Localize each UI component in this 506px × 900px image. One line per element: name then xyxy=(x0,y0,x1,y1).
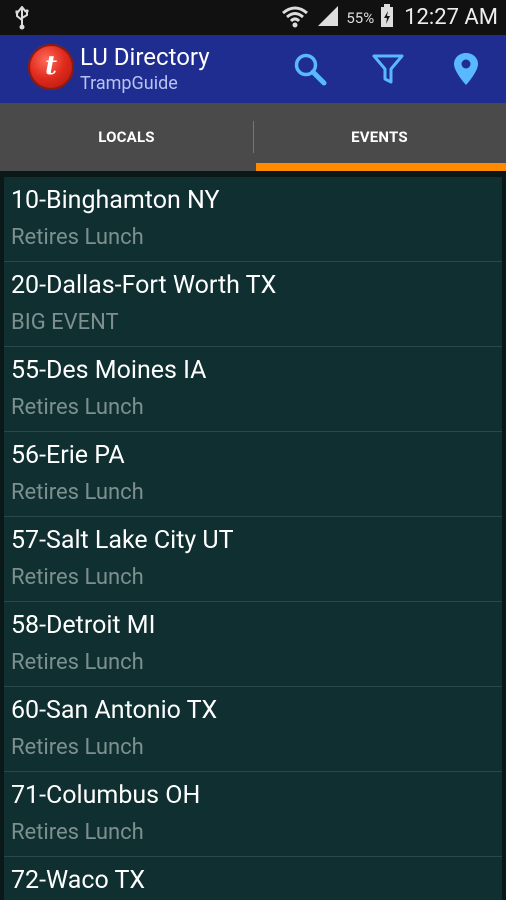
battery-percent: 55% xyxy=(346,8,375,27)
event-name: Retires Lunch xyxy=(11,395,144,420)
list-item[interactable]: 57-Salt Lake City UT Retires Lunch xyxy=(4,517,502,602)
event-name: Retires Lunch xyxy=(11,565,144,590)
app-logo[interactable]: t xyxy=(28,44,74,90)
event-name: BIG EVENT xyxy=(11,310,119,335)
logo-letter: t xyxy=(44,51,57,81)
action-bar: t LU Directory TrampGuide xyxy=(0,35,506,103)
location-pin-icon[interactable] xyxy=(448,51,484,87)
usb-icon xyxy=(14,5,30,34)
list-item[interactable]: 56-Erie PA Retires Lunch xyxy=(4,432,502,517)
app-title: LU Directory xyxy=(80,43,210,71)
local-name: 10-Binghamton NY xyxy=(11,186,220,215)
search-icon[interactable] xyxy=(292,51,328,87)
event-name: Retires Lunch xyxy=(11,735,144,760)
selected-tab-indicator xyxy=(256,163,506,171)
local-name: 57-Salt Lake City UT xyxy=(11,526,234,555)
list-item[interactable]: 20-Dallas-Fort Worth TX BIG EVENT xyxy=(4,262,502,347)
status-clock: 12:27 AM xyxy=(404,5,498,30)
event-name: Retires Lunch xyxy=(11,480,144,505)
filter-icon[interactable] xyxy=(370,51,406,87)
list-item[interactable]: 55-Des Moines IA Retires Lunch xyxy=(4,347,502,432)
local-name: 20-Dallas-Fort Worth TX xyxy=(11,271,277,300)
events-list[interactable]: 10-Binghamton NY Retires Lunch 20-Dallas… xyxy=(4,177,502,900)
tab-bar: LOCALS EVENTS xyxy=(0,103,506,171)
tab-events[interactable]: EVENTS xyxy=(253,103,506,171)
local-name: 55-Des Moines IA xyxy=(11,356,207,385)
local-name: 58-Detroit MI xyxy=(11,611,156,640)
wifi-icon xyxy=(280,3,310,33)
local-name: 71-Columbus OH xyxy=(11,781,201,810)
list-item[interactable]: 71-Columbus OH Retires Lunch xyxy=(4,772,502,857)
local-name: 72-Waco TX xyxy=(11,866,146,895)
local-name: 60-San Antonio TX xyxy=(11,696,218,725)
event-name: Retires Lunch xyxy=(11,225,144,250)
app-subtitle: TrampGuide xyxy=(80,73,178,94)
list-item[interactable]: 72-Waco TX xyxy=(4,857,502,900)
event-name: Retires Lunch xyxy=(11,650,144,675)
signal-icon xyxy=(316,5,340,31)
list-item[interactable]: 60-San Antonio TX Retires Lunch xyxy=(4,687,502,772)
battery-icon xyxy=(380,3,394,32)
list-item[interactable]: 10-Binghamton NY Retires Lunch xyxy=(4,177,502,262)
list-item[interactable]: 58-Detroit MI Retires Lunch xyxy=(4,602,502,687)
status-bar: 55% 12:27 AM xyxy=(0,0,506,35)
local-name: 56-Erie PA xyxy=(11,441,125,470)
tab-locals[interactable]: LOCALS xyxy=(0,103,253,171)
event-name: Retires Lunch xyxy=(11,820,144,845)
